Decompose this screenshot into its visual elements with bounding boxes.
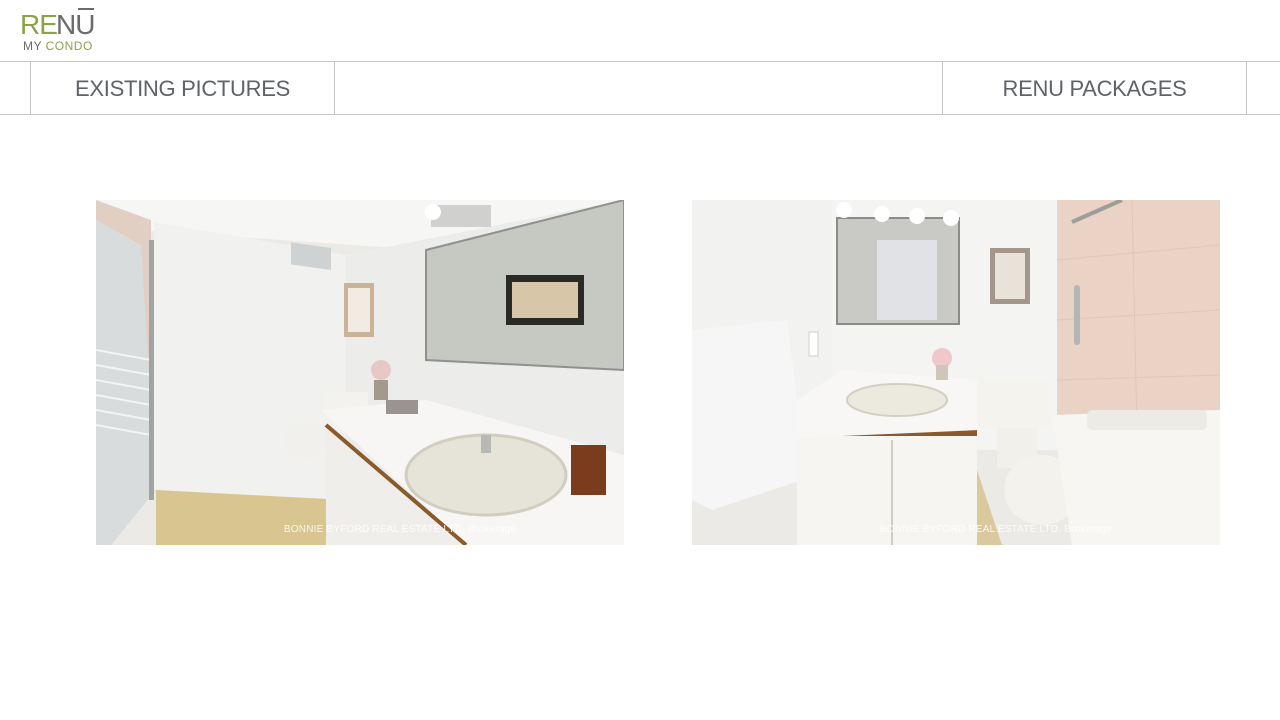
bathroom-photo-1[interactable]: BONNIE BYFORD REAL ESTATE LTD. Brokerage [96, 200, 624, 545]
photo-1-watermark: BONNIE BYFORD REAL ESTATE LTD. Brokerage [283, 524, 517, 535]
tab-existing-pictures[interactable]: EXISTING PICTURES [30, 62, 335, 115]
photo-2-watermark: BONNIE BYFORD REAL ESTATE LTD. Brokerage [879, 524, 1113, 535]
main-nav: EXISTING PICTURES RENU PACKAGES [0, 61, 1280, 115]
bathroom-photo-2[interactable]: BONNIE BYFORD REAL ESTATE LTD. Brokerage [692, 200, 1220, 545]
bathroom-vanity-image [96, 200, 624, 545]
logo-my-text: MY [23, 39, 46, 53]
logo-macron [78, 8, 94, 10]
tab-renu-packages[interactable]: RENU PACKAGES [942, 62, 1247, 115]
logo-tagline: MY CONDO [23, 39, 93, 53]
bathroom-tub-image [692, 200, 1220, 545]
logo-re-text: RE [20, 9, 58, 40]
logo-condo-text: CONDO [45, 39, 93, 53]
renu-logo[interactable]: RE NU MY CONDO [20, 8, 100, 56]
logo-nu-text: NU [56, 9, 95, 40]
